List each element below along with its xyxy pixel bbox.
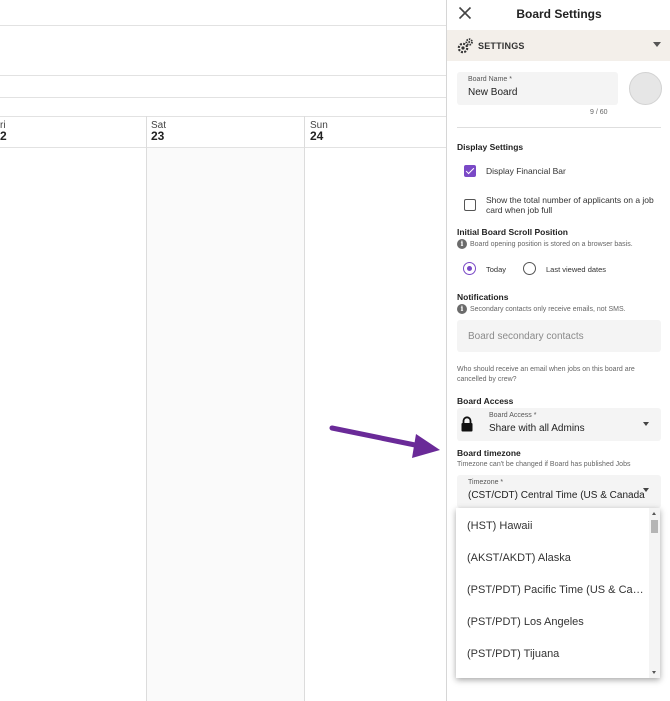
timezone-value: (CST/CDT) Central Time (US & Canada (468, 490, 645, 501)
calendar-date: 23 (151, 129, 165, 143)
applicants-label: Show the total number of applicants on a… (486, 195, 654, 215)
settings-section-label: SETTINGS (478, 41, 525, 51)
scroll-down-icon[interactable] (652, 671, 656, 674)
radio-today-label: Today (486, 265, 507, 274)
board-access-title: Board Access (457, 396, 514, 406)
close-icon (458, 6, 472, 20)
display-settings-title: Display Settings (457, 142, 524, 152)
annotation-arrow (329, 425, 440, 458)
calendar-column-shade (147, 148, 305, 701)
timezone-dropdown-list: (HST) Hawaii (AKST/AKDT) Alaska (PST/PDT… (456, 508, 660, 678)
scroll-position-helper: Board opening position is stored on a br… (470, 241, 633, 248)
gears-icon (457, 38, 473, 54)
board-name-value: New Board (468, 87, 518, 98)
calendar-day-header: ri 2 (0, 120, 7, 142)
timezone-select[interactable]: Timezone * (CST/CDT) Central Time (US & … (457, 475, 661, 508)
timezone-option[interactable]: (PST/PDT) Tijuana (456, 638, 648, 670)
radio-last-viewed[interactable] (523, 262, 536, 275)
secondary-contacts-placeholder: Board secondary contacts (468, 331, 584, 342)
info-icon: i (457, 239, 467, 249)
board-name-label: Board Name * (468, 76, 512, 83)
info-icon: i (457, 304, 467, 314)
radio-today[interactable] (463, 262, 476, 275)
timezone-option[interactable]: (AKST/AKDT) Alaska (456, 542, 648, 574)
radio-last-viewed-label: Last viewed dates (546, 265, 607, 274)
section-divider (457, 127, 661, 128)
calendar-divider (0, 116, 446, 117)
calendar-date: 24 (310, 129, 324, 143)
notifications-helper: Secondary contacts only receive emails, … (470, 306, 626, 313)
secondary-contacts-input[interactable]: Board secondary contacts (457, 320, 661, 352)
board-access-value: Share with all Admins (489, 423, 585, 434)
scroll-up-icon[interactable] (652, 512, 656, 515)
board-access-select[interactable]: Board Access * Share with all Admins (457, 408, 661, 441)
board-name-field[interactable]: Board Name * New Board (457, 72, 618, 105)
secondary-contacts-helper: Who should receive an email when jobs on… (457, 366, 635, 383)
timezone-option[interactable]: (HST) Hawaii (456, 510, 648, 542)
board-avatar[interactable] (629, 72, 662, 105)
board-access-label: Board Access * (489, 412, 537, 419)
dropdown-scrollbar[interactable] (649, 508, 660, 678)
chevron-down-icon (653, 42, 661, 47)
applicants-checkbox[interactable] (464, 199, 476, 211)
calendar-column-divider (146, 116, 147, 701)
calendar-divider (0, 75, 446, 76)
calendar-date: 2 (0, 129, 7, 143)
notifications-title: Notifications (457, 292, 509, 302)
calendar-column-divider (304, 116, 305, 701)
chevron-down-icon (643, 488, 649, 492)
board-name-counter: 9 / 60 (590, 109, 608, 116)
lock-icon (461, 416, 473, 432)
timezone-label: Timezone * (468, 479, 504, 486)
timezone-title: Board timezone (457, 448, 521, 458)
financial-bar-checkbox[interactable] (464, 165, 476, 177)
calendar-day-header: Sat 23 (151, 120, 166, 142)
chevron-down-icon (643, 422, 649, 426)
calendar-day-header: Sun 24 (310, 120, 328, 142)
timezone-option[interactable]: (PST/PDT) Pacific Time (US & Canada) (456, 574, 648, 606)
scroll-position-title: Initial Board Scroll Position (457, 227, 568, 237)
close-button[interactable] (456, 4, 474, 22)
panel-title: Board Settings (516, 7, 602, 21)
settings-section-toggle[interactable]: SETTINGS (447, 30, 670, 61)
panel-header: Board Settings (447, 0, 670, 28)
calendar-divider (0, 97, 446, 98)
scrollbar-thumb[interactable] (651, 520, 658, 533)
financial-bar-label: Display Financial Bar (486, 166, 566, 176)
calendar-divider (0, 25, 446, 26)
timezone-helper: Timezone can't be changed if Board has p… (457, 461, 631, 468)
calendar-background: ri 2 Sat 23 Sun 24 (0, 0, 446, 701)
timezone-option[interactable]: (PST/PDT) Los Angeles (456, 606, 648, 638)
